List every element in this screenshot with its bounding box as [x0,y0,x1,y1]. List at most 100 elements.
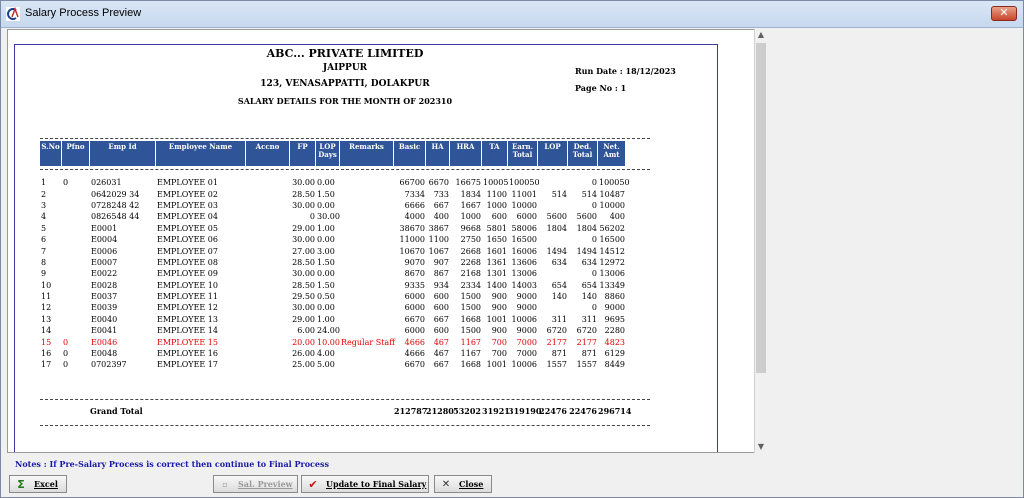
table-cell: 30.00 [292,269,315,279]
table-cell: 634 [581,257,597,267]
table-cell: 8449 [604,360,625,370]
table-cell: 3867 [428,223,449,233]
table-cell: 3 [41,200,47,210]
table-cell: 871 [551,349,567,359]
update-label: Update to Final Salary [326,479,427,489]
table-cell: 1500 [460,303,481,313]
table-cell: 66700 [399,178,425,188]
sal-preview-button[interactable]: ▫ Sal. Preview [213,475,298,493]
window-close-button[interactable]: ✕ [991,6,1017,21]
table-cell: 10006 [511,360,537,370]
table-cell: 900 [491,303,507,313]
salary-table: 1 0 026031 EMPLOYEE 01 30.00 0.00 66700 6670 166… [40,177,630,371]
column-header: Ded. Total [568,141,598,166]
scroll-down-icon[interactable]: ▼ [755,441,767,453]
table-cell: 2268 [460,257,481,267]
table-row: 3 0728248 42 EMPLOYEE 03 30.00 0.00 6666 667 16… [40,200,626,211]
table-cell: 1.50 [317,257,335,267]
table-cell: E0040 [91,314,118,324]
table-cell: 9695 [604,314,625,324]
scroll-up-icon[interactable]: ▲ [755,29,767,41]
table-cell: 1000 [486,200,507,210]
table-cell: 6670 [404,360,425,370]
table-cell: E0046 [91,337,118,347]
table-cell: 29.00 [292,314,315,324]
table-cell: 0 [591,235,597,245]
table-cell [538,200,568,211]
close-icon: ✕ [999,6,1009,19]
table-cell: 10 [41,280,52,290]
table-cell: 9000 [604,303,625,313]
update-final-salary-button[interactable]: ✔ Update to Final Salary [301,475,429,493]
table-cell: 8 [41,257,47,267]
table-cell: 9 [41,269,47,279]
table-cell: 1100 [428,235,449,245]
table-cell: 29.50 [292,292,315,302]
table-cell: 654 [551,280,567,290]
table-cell: 16675 [455,178,481,188]
table-cell: 2168 [460,269,481,279]
table-cell [340,291,394,302]
table-cell: 667 [433,314,449,324]
table-cell: 1400 [486,280,507,290]
table-cell: 0826548 44 [91,212,140,222]
column-header: Basic [394,141,426,166]
table-cell: 667 [433,360,449,370]
table-cell: 13 [41,314,52,324]
table-cell [246,291,290,302]
table-cell: 871 [581,349,597,359]
table-cell: 140 [551,292,567,302]
table-cell: 600 [433,326,449,336]
divider [40,169,650,170]
table-cell: EMPLOYEE 16 [157,349,218,359]
grand-total-value: 31921 [482,406,510,416]
table-cell: 1667 [460,200,481,210]
table-cell: 8860 [604,292,625,302]
table-cell: 6.00 [297,326,315,336]
table-cell: 1100 [486,189,507,199]
table-row: 9 E0022 EMPLOYEE 09 30.00 0.00 8670 867 2168 130… [40,268,626,279]
table-cell: 14003 [511,280,537,290]
table-cell [340,359,394,370]
table-cell [246,245,290,256]
table-cell [246,325,290,336]
table-cell [340,245,394,256]
table-cell: 1167 [460,337,481,347]
table-cell: 6666 [404,200,425,210]
excel-button[interactable]: Σ Excel [9,475,67,493]
column-header: FP [290,141,316,166]
table-cell [340,234,394,245]
table-cell: 30.00 [292,178,315,188]
table-cell: 7000 [516,337,537,347]
close-button[interactable]: ✕ Close [434,475,492,493]
table-cell: 600 [433,303,449,313]
table-cell [62,188,90,199]
table-cell [246,234,290,245]
table-cell: 4823 [604,337,625,347]
report-viewer[interactable]: ABC... PRIVATE LIMITED JAIPPUR 123, VENA… [7,29,767,453]
table-cell [340,268,394,279]
table-cell: 1067 [428,246,449,256]
sal-preview-label: Sal. Preview [238,479,293,489]
table-cell: 311 [551,314,567,324]
table-cell: EMPLOYEE 06 [157,235,218,245]
scroll-thumb[interactable] [756,43,766,373]
table-cell: EMPLOYEE 09 [157,269,218,279]
table-cell [62,314,90,325]
table-cell: 28.50 [292,280,315,290]
column-header: HA [426,141,450,166]
table-cell [340,302,394,313]
table-cell: 14 [41,326,52,336]
vertical-scrollbar[interactable]: ▲ ▼ [754,29,767,453]
column-header: LOP Days [316,141,340,166]
table-cell [340,223,394,234]
table-cell [246,188,290,199]
table-cell: 10000 [511,200,537,210]
table-cell: E0004 [91,235,118,245]
column-header: Remarks [340,141,394,166]
table-cell [340,348,394,359]
table-cell: 0642029 34 [91,189,140,199]
table-cell: 1601 [486,246,507,256]
sigma-icon: Σ [17,477,25,491]
table-cell [62,280,90,291]
